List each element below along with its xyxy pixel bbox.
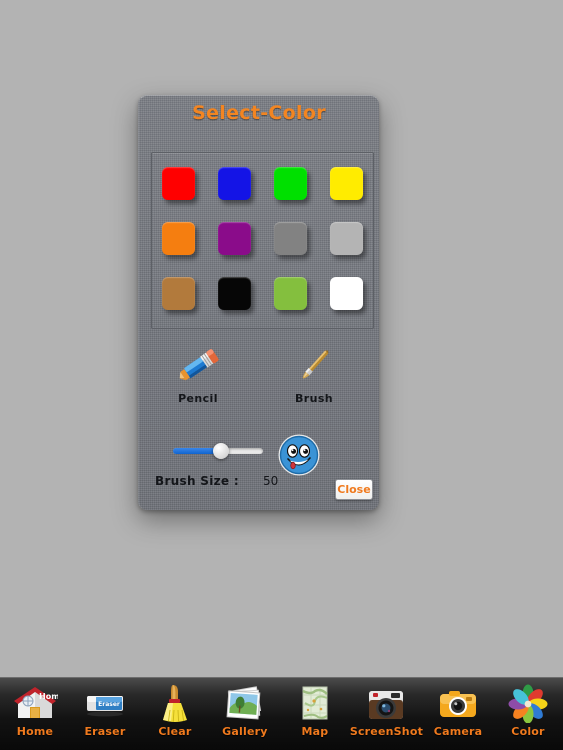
home-icon: Home	[12, 682, 58, 724]
brush-size-readout: Brush Size : 50	[155, 474, 335, 488]
brush-icon	[271, 342, 357, 390]
tool-pencil[interactable]: Pencil	[155, 342, 241, 405]
bottom-toolbar: Home Home Eraser Eraser	[0, 677, 563, 750]
toolbar-item-color[interactable]: Color	[493, 678, 563, 750]
tool-brush[interactable]: Brush	[271, 342, 357, 405]
brush-size-slider[interactable]	[173, 441, 263, 461]
toolbar-label-gallery: Gallery	[222, 725, 268, 738]
color-swatch-dark-gray[interactable]	[274, 222, 307, 255]
color-palette-frame	[151, 152, 374, 329]
color-swatch-grid	[162, 167, 365, 310]
svg-text:Eraser: Eraser	[98, 701, 120, 708]
select-color-dialog: Select-Color Pencil Brush Brush Size: 5…	[138, 95, 379, 510]
dialog-title: Select-Color	[192, 102, 326, 124]
color-swatch-light-gray[interactable]	[330, 222, 363, 255]
slider-thumb[interactable]	[213, 443, 229, 459]
pencil-icon	[155, 342, 241, 390]
brush-size-label: Brush Size :	[155, 474, 239, 488]
toolbar-item-gallery[interactable]: Gallery	[210, 678, 280, 750]
close-button[interactable]: Close	[335, 479, 373, 500]
svg-text:Home: Home	[39, 692, 58, 701]
color-pinwheel-icon	[505, 682, 551, 724]
smiley-face-button[interactable]	[277, 433, 321, 477]
toolbar-label-clear: Clear	[158, 725, 192, 738]
color-swatch-white[interactable]	[330, 277, 363, 310]
color-swatch-blue[interactable]	[218, 167, 251, 200]
color-swatch-purple[interactable]	[218, 222, 251, 255]
toolbar-item-screenshot[interactable]: ScreenShot	[350, 678, 423, 750]
app-canvas: Select-Color Pencil Brush Brush Size: 5…	[0, 0, 563, 750]
toolbar-label-map: Map	[301, 725, 329, 738]
broom-icon	[152, 682, 198, 724]
map-icon	[292, 682, 338, 724]
camera-retro-icon	[363, 682, 409, 724]
color-swatch-brown[interactable]	[162, 277, 195, 310]
toolbar-item-home[interactable]: Home Home	[0, 678, 70, 750]
tool-brush-label: Brush	[294, 392, 334, 405]
eraser-icon: Eraser	[82, 682, 128, 724]
camera-icon	[435, 682, 481, 724]
toolbar-item-eraser[interactable]: Eraser Eraser	[70, 678, 140, 750]
color-swatch-orange[interactable]	[162, 222, 195, 255]
color-swatch-yellow[interactable]	[330, 167, 363, 200]
toolbar-item-map[interactable]: Map	[280, 678, 350, 750]
color-swatch-green[interactable]	[274, 167, 307, 200]
color-swatch-olive-green[interactable]	[274, 277, 307, 310]
close-button-label: Close	[337, 483, 371, 496]
toolbar-item-clear[interactable]: Clear	[140, 678, 210, 750]
toolbar-label-color: Color	[511, 725, 545, 738]
color-swatch-black[interactable]	[218, 277, 251, 310]
toolbar-label-screenshot: ScreenShot	[349, 725, 424, 738]
toolbar-label-home: Home	[16, 725, 54, 738]
toolbar-label-camera: Camera	[433, 725, 483, 738]
toolbar-label-eraser: Eraser	[84, 725, 126, 738]
toolbar-item-camera[interactable]: Camera	[423, 678, 493, 750]
color-swatch-red[interactable]	[162, 167, 195, 200]
photos-icon	[222, 682, 268, 724]
tool-pencil-label: Pencil	[178, 392, 218, 405]
brush-size-value: 50	[262, 474, 279, 488]
